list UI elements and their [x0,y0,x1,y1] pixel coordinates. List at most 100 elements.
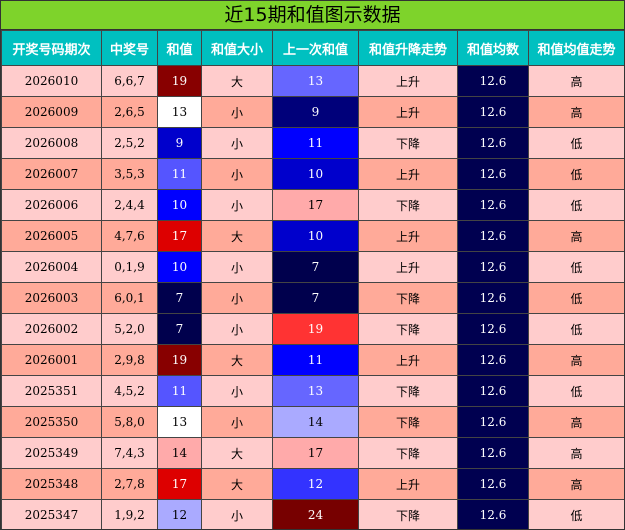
avg-trend-cell: 低 [528,375,624,407]
size-cell: 小 [201,499,273,529]
trend-cell: 下降 [358,313,458,345]
numbers-cell: 3,5,3 [101,158,158,190]
period-cell: 2026007 [1,158,102,190]
numbers-cell: 1,9,2 [101,499,158,529]
size-cell: 小 [201,127,273,159]
avg-cell: 12.6 [457,96,529,128]
period-cell: 2026004 [1,251,102,283]
period-cell: 2025347 [1,499,102,529]
header-sum: 和值 [157,30,202,66]
period-cell: 2025349 [1,437,102,469]
trend-cell: 上升 [358,468,458,500]
sum-cell: 7 [157,282,202,314]
period-cell: 2026005 [1,220,102,252]
avg-trend-cell: 低 [528,282,624,314]
sum-cell: 11 [157,158,202,190]
prev-sum-cell: 7 [272,282,359,314]
size-cell: 大 [201,468,273,500]
numbers-cell: 2,4,4 [101,189,158,221]
sum-cell: 17 [157,220,202,252]
prev-sum-cell: 17 [272,437,359,469]
table-row: 2026001 2,9,8 19 大 11 上升 12.6 高 [1,344,624,376]
prev-sum-cell: 13 [272,65,359,97]
prev-sum-cell: 12 [272,468,359,500]
avg-cell: 12.6 [457,313,529,345]
trend-cell: 下降 [358,189,458,221]
prev-sum-cell: 11 [272,127,359,159]
table-row: 2025349 7,4,3 14 大 17 下降 12.6 高 [1,437,624,469]
prev-sum-cell: 13 [272,375,359,407]
prev-sum-cell: 10 [272,220,359,252]
sum-cell: 19 [157,344,202,376]
size-cell: 大 [201,344,273,376]
period-cell: 2026008 [1,127,102,159]
avg-cell: 12.6 [457,499,529,529]
avg-cell: 12.6 [457,437,529,469]
avg-trend-cell: 高 [528,344,624,376]
table-row: 2025347 1,9,2 12 小 24 下降 12.6 低 [1,499,624,529]
table-body: 2026010 6,6,7 19 大 13 上升 12.6 高 2026009 2,6,5 13 小 9… [1,65,624,529]
trend-cell: 下降 [358,406,458,438]
trend-cell: 下降 [358,127,458,159]
header-period: 开奖号码期次 [1,30,102,66]
numbers-cell: 5,8,0 [101,406,158,438]
header-numbers: 中奖号 [101,30,158,66]
period-cell: 2026003 [1,282,102,314]
size-cell: 小 [201,375,273,407]
size-cell: 小 [201,406,273,438]
period-cell: 2026010 [1,65,102,97]
numbers-cell: 5,2,0 [101,313,158,345]
prev-sum-cell: 7 [272,251,359,283]
numbers-cell: 4,7,6 [101,220,158,252]
prev-sum-cell: 11 [272,344,359,376]
sum-cell: 17 [157,468,202,500]
table-row: 2026002 5,2,0 7 小 19 下降 12.6 低 [1,313,624,345]
table-row: 2025348 2,7,8 17 大 12 上升 12.6 高 [1,468,624,500]
table-row: 2026006 2,4,4 10 小 17 下降 12.6 低 [1,189,624,221]
header-avg: 和值均数 [457,30,529,66]
header-avg-trend: 和值均值走势 [528,30,624,66]
sum-cell: 13 [157,406,202,438]
avg-trend-cell: 低 [528,251,624,283]
trend-cell: 上升 [358,344,458,376]
prev-sum-cell: 17 [272,189,359,221]
period-cell: 2026002 [1,313,102,345]
avg-trend-cell: 低 [528,189,624,221]
sum-data-table: 开奖号码期次 中奖号 和值 和值大小 上一次和值 和值升降走势 和值均数 和值均… [1,30,624,529]
size-cell: 大 [201,65,273,97]
numbers-cell: 6,0,1 [101,282,158,314]
sum-cell: 7 [157,313,202,345]
avg-trend-cell: 低 [528,158,624,190]
trend-cell: 下降 [358,437,458,469]
table-row: 2026007 3,5,3 11 小 10 上升 12.6 低 [1,158,624,190]
size-cell: 小 [201,251,273,283]
table-row: 2025350 5,8,0 13 小 14 下降 12.6 高 [1,406,624,438]
period-cell: 2025351 [1,375,102,407]
avg-trend-cell: 高 [528,96,624,128]
size-cell: 小 [201,313,273,345]
trend-cell: 上升 [358,65,458,97]
avg-trend-cell: 高 [528,437,624,469]
size-cell: 小 [201,158,273,190]
size-cell: 大 [201,220,273,252]
sum-cell: 12 [157,499,202,529]
numbers-cell: 7,4,3 [101,437,158,469]
avg-cell: 12.6 [457,406,529,438]
prev-sum-cell: 9 [272,96,359,128]
avg-trend-cell: 低 [528,127,624,159]
avg-trend-cell: 低 [528,499,624,529]
avg-cell: 12.6 [457,251,529,283]
avg-trend-cell: 高 [528,468,624,500]
avg-trend-cell: 高 [528,406,624,438]
sum-cell: 19 [157,65,202,97]
table-row: 2025351 4,5,2 11 小 13 下降 12.6 低 [1,375,624,407]
sum-cell: 10 [157,189,202,221]
prev-sum-cell: 24 [272,499,359,529]
avg-cell: 12.6 [457,65,529,97]
numbers-cell: 6,6,7 [101,65,158,97]
avg-trend-cell: 低 [528,313,624,345]
avg-trend-cell: 高 [528,220,624,252]
period-cell: 2025350 [1,406,102,438]
header-prev-sum: 上一次和值 [272,30,359,66]
period-cell: 2026001 [1,344,102,376]
